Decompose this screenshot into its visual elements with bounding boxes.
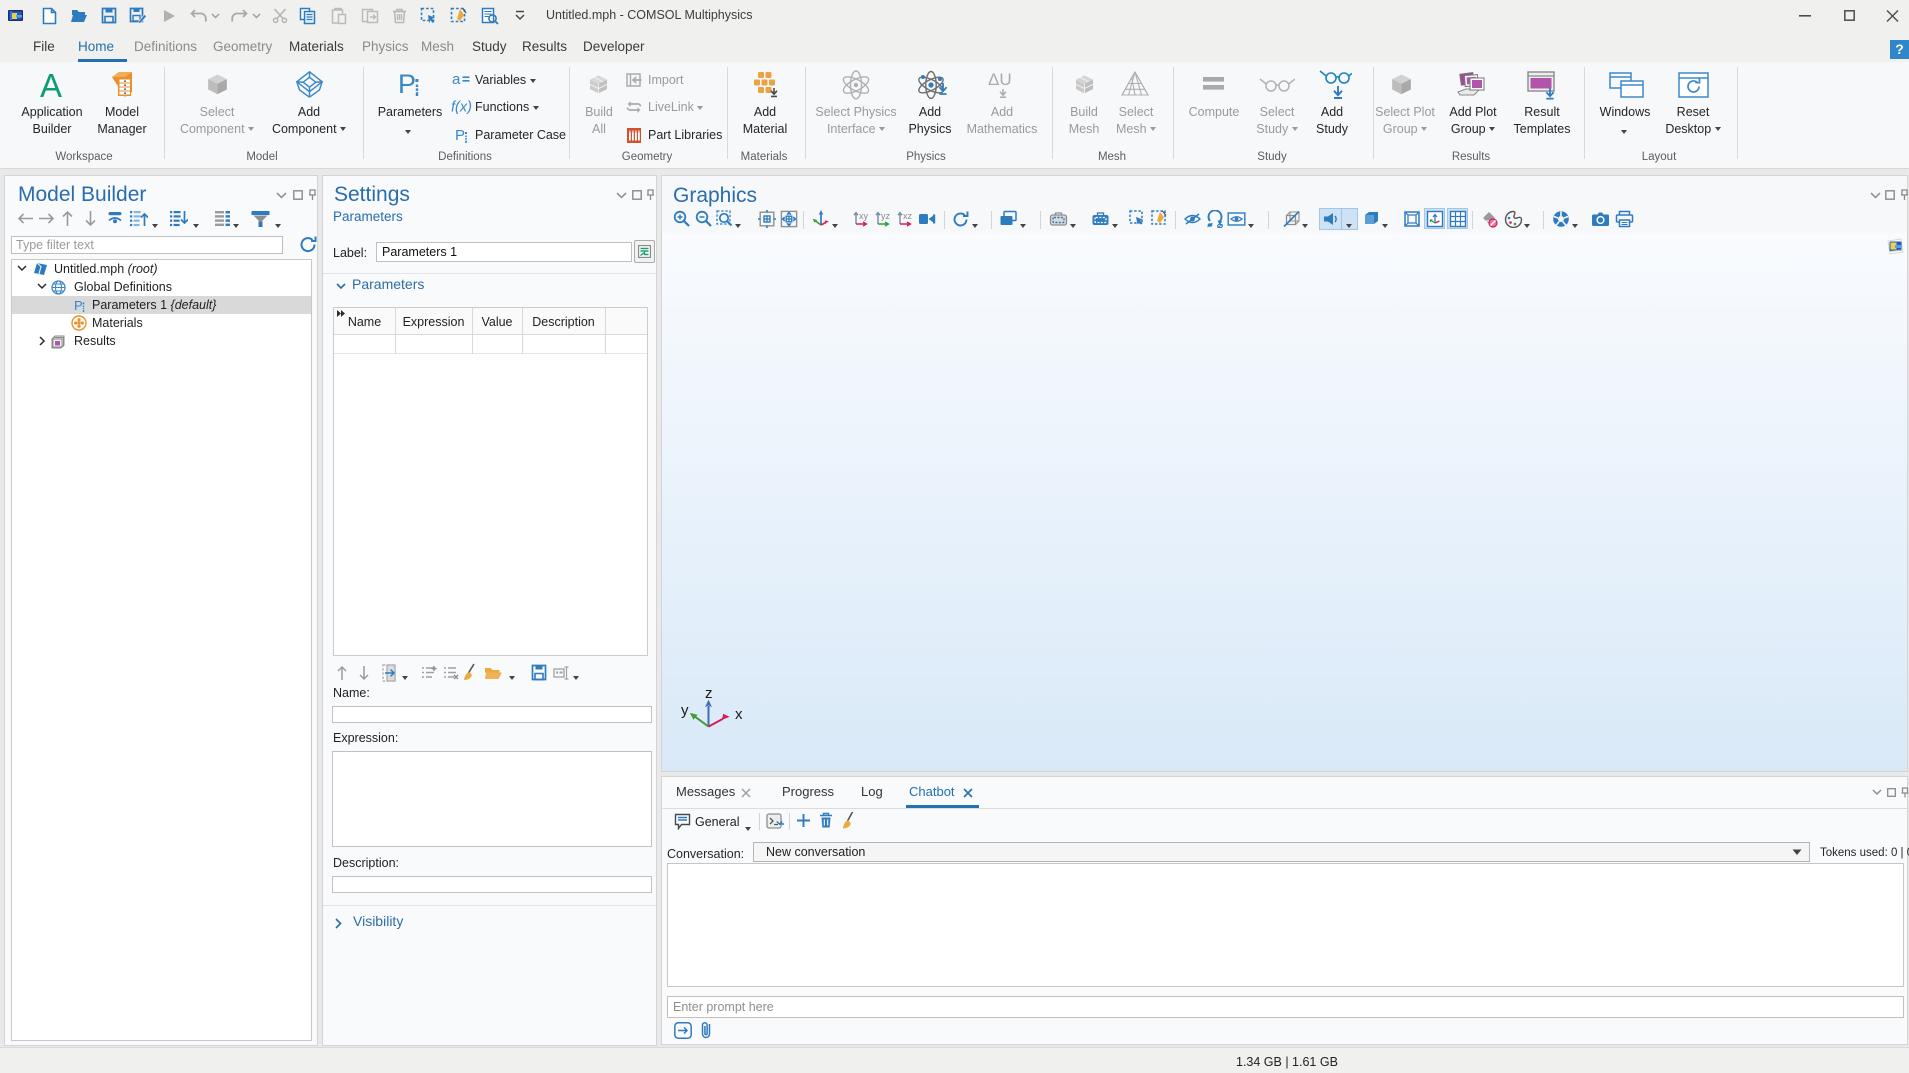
svg-text:y: y — [681, 702, 689, 719]
svg-text:z: z — [705, 685, 713, 702]
svg-text:P: P — [455, 128, 465, 143]
svg-text:f(x): f(x) — [451, 100, 472, 115]
svg-text:a: a — [452, 72, 461, 86]
svg-text:xy: xy — [859, 211, 869, 221]
svg-text:ΔU: ΔU — [988, 70, 1012, 89]
svg-text:P: P — [398, 72, 416, 98]
svg-text:x: x — [735, 706, 743, 723]
svg-text:yz: yz — [881, 211, 891, 221]
svg-text:xz: xz — [903, 211, 913, 221]
svg-text:P: P — [74, 299, 83, 312]
